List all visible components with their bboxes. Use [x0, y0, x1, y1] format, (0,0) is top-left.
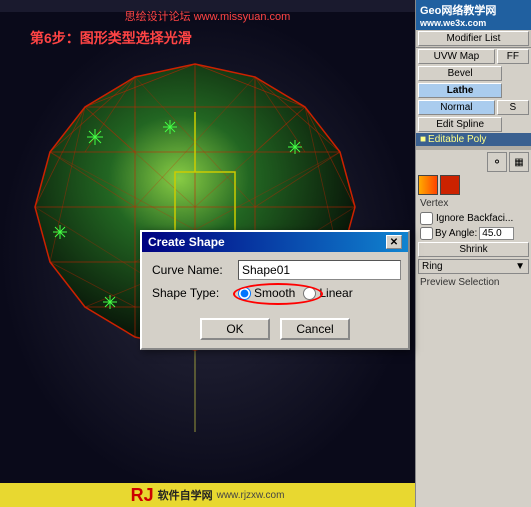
bevel-btn[interactable]: Bevel — [418, 66, 502, 81]
icon-btn-2[interactable]: ▦ — [509, 152, 529, 172]
curve-name-input[interactable] — [238, 260, 401, 280]
curve-name-label: Curve Name: — [152, 263, 232, 277]
ff-btn[interactable]: FF — [497, 49, 529, 64]
modifier-list-section: Modifier List — [416, 30, 531, 48]
dialog-titlebar[interactable]: Create Shape ✕ — [142, 232, 408, 252]
by-angle-checkbox[interactable] — [420, 227, 433, 240]
rj-logo: RJ — [131, 485, 154, 506]
backface-row: Ignore Backfaci... — [416, 211, 531, 226]
icon-btn-1[interactable]: ⚬ — [487, 152, 507, 172]
shrink-btn[interactable]: Shrink — [418, 242, 529, 257]
linear-radio[interactable] — [303, 287, 316, 300]
bottom-url: www.rjzxw.com — [217, 490, 285, 501]
linear-radio-label[interactable]: Linear — [303, 286, 352, 300]
uvw-map-btn[interactable]: UVW Map — [418, 49, 495, 64]
cancel-button[interactable]: Cancel — [280, 318, 350, 340]
expand-icon: ■ — [420, 134, 426, 145]
ok-button[interactable]: OK — [200, 318, 270, 340]
color-swatch-2[interactable] — [440, 175, 460, 195]
dialog-buttons: OK Cancel — [142, 314, 408, 348]
dialog-close-btn[interactable]: ✕ — [386, 235, 402, 249]
bevel-row: Bevel — [416, 65, 531, 82]
dropdown-arrow: ▼ — [515, 261, 525, 272]
smooth-radio[interactable] — [238, 287, 251, 300]
watermark-top: 思绘设计论坛 www.missyuan.com — [125, 8, 291, 24]
color-swatch-1[interactable] — [418, 175, 438, 195]
color-row — [416, 174, 531, 196]
step-text: 第6步：图形类型选择光滑 — [30, 28, 192, 48]
radio-group: Smooth Linear — [238, 286, 353, 300]
preview-selection-row: Preview Selection — [416, 275, 531, 290]
dialog-title: Create Shape — [148, 235, 225, 249]
shape-type-label: Shape Type: — [152, 286, 232, 300]
editable-poly-header[interactable]: ■ Editable Poly — [416, 133, 531, 146]
uvw-ff-row: UVW Map FF — [416, 48, 531, 65]
by-angle-input[interactable] — [479, 227, 514, 240]
vertex-row: Vertex — [416, 196, 531, 211]
ring-row: Ring ▼ — [416, 258, 531, 275]
bottom-site-label: 软件自学网 — [158, 487, 213, 503]
smooth-radio-wrapper: Smooth — [238, 286, 295, 300]
lathe-btn[interactable]: Lathe — [418, 83, 502, 98]
curve-name-row: Curve Name: — [152, 260, 398, 280]
icon-row: ⚬ ▦ — [416, 150, 531, 174]
shrink-row: Shrink — [416, 241, 531, 258]
by-angle-row: By Angle: — [416, 226, 531, 241]
dialog-content: Curve Name: Shape Type: Smooth Linear — [142, 252, 408, 314]
panel-header: Geo网络教学网 www.we3x.com — [416, 0, 531, 30]
bottom-watermark-bar: RJ 软件自学网 www.rjzxw.com — [0, 483, 415, 507]
right-panel: Geo网络教学网 www.we3x.com Modifier List UVW … — [415, 0, 531, 507]
ring-dropdown[interactable]: Ring ▼ — [418, 259, 529, 274]
create-shape-dialog: Create Shape ✕ Curve Name: Shape Type: S… — [140, 230, 410, 350]
edit-spline-row: Edit Spline — [416, 116, 531, 133]
normal-btn[interactable]: Normal — [418, 100, 495, 115]
normal-row: Normal S — [416, 99, 531, 116]
s-btn[interactable]: S — [497, 100, 529, 115]
shape-type-row: Shape Type: Smooth Linear — [152, 286, 398, 300]
modifier-list-btn[interactable]: Modifier List — [418, 31, 529, 46]
edit-spline-btn[interactable]: Edit Spline — [418, 117, 502, 132]
smooth-radio-label[interactable]: Smooth — [238, 286, 295, 300]
backface-checkbox[interactable] — [420, 212, 433, 225]
lathe-row: Lathe — [416, 82, 531, 99]
